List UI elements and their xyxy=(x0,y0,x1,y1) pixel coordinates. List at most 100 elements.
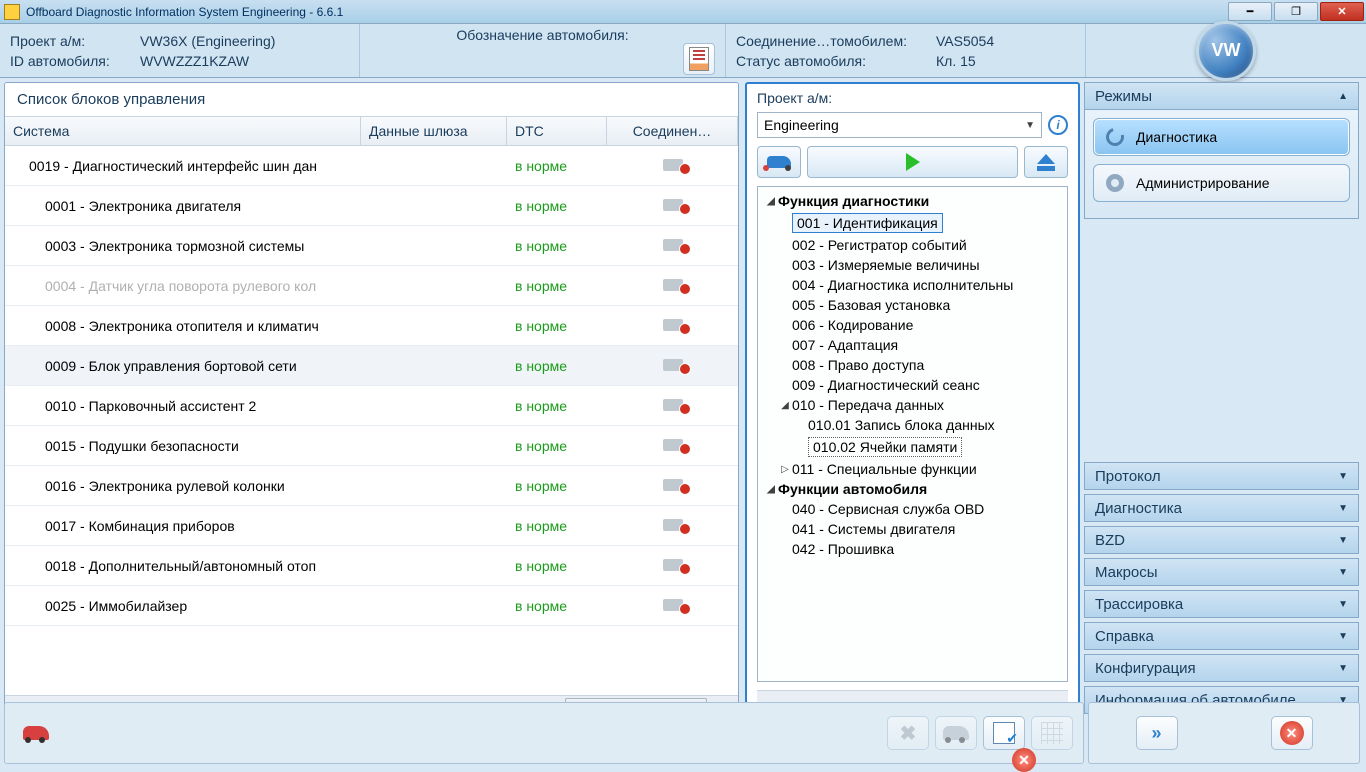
tree-item[interactable]: 010.01 Запись блока данных xyxy=(760,415,1065,435)
accordion-section[interactable]: Протокол▼ xyxy=(1084,462,1359,490)
cell-dtc: в норме xyxy=(507,238,607,254)
accordion-section[interactable]: Диагностика▼ xyxy=(1084,494,1359,522)
tree-item[interactable]: 007 - Адаптация xyxy=(760,335,1065,355)
chevron-down-icon: ▼ xyxy=(1338,503,1348,514)
cancel-button[interactable]: ✕ xyxy=(1271,716,1313,750)
vehicle-button[interactable] xyxy=(15,716,57,750)
tree-label: 042 - Прошивка xyxy=(792,541,894,557)
cell-conn xyxy=(607,438,738,454)
modes-body: Диагностика Администрирование xyxy=(1084,110,1359,219)
tree-item[interactable]: ◢Функция диагностики xyxy=(760,191,1065,211)
cell-conn xyxy=(607,398,738,414)
accordion-section[interactable]: Макросы▼ xyxy=(1084,558,1359,586)
maximize-button[interactable]: ❐ xyxy=(1274,2,1318,21)
notes-button[interactable] xyxy=(683,43,715,75)
accordion-section[interactable]: Справка▼ xyxy=(1084,622,1359,650)
close-button[interactable]: ✕ xyxy=(1320,2,1364,21)
wrench-icon: ✖ xyxy=(900,721,917,746)
schedule-button[interactable] xyxy=(983,716,1025,750)
table-row[interactable]: 0008 - Электроника отопителя и климатичв… xyxy=(5,306,738,346)
chevron-down-icon: ▼ xyxy=(1338,599,1348,610)
chevron-down-icon: ▼ xyxy=(1338,631,1348,642)
cell-conn xyxy=(607,238,738,254)
tree-item[interactable]: 003 - Измеряемые величины xyxy=(760,255,1065,275)
mode-diagnostics-button[interactable]: Диагностика xyxy=(1093,118,1350,156)
eject-button[interactable] xyxy=(1024,146,1068,178)
function-tree[interactable]: ◢Функция диагностики001 - Идентификация0… xyxy=(757,186,1068,682)
tree-label: 008 - Право доступа xyxy=(792,357,924,373)
status-value: Кл. 15 xyxy=(936,53,976,69)
info-bar: Проект а/м:VW36X (Engineering) ID автомо… xyxy=(0,24,1366,78)
tools-button: ✖ xyxy=(887,716,929,750)
tree-item[interactable]: ▷011 - Специальные функции xyxy=(760,459,1065,479)
header-gateway[interactable]: Данные шлюза xyxy=(361,117,507,145)
tree-item[interactable]: 008 - Право доступа xyxy=(760,355,1065,375)
tree-item[interactable]: 040 - Сервисная служба OBD xyxy=(760,499,1065,519)
accordion-section[interactable]: Конфигурация▼ xyxy=(1084,654,1359,682)
tree-item[interactable]: 042 - Прошивка xyxy=(760,539,1065,559)
next-button[interactable]: » xyxy=(1136,716,1178,750)
run-button[interactable] xyxy=(807,146,1018,178)
double-arrow-icon: » xyxy=(1151,723,1161,744)
tree-label: 001 - Идентификация xyxy=(792,213,943,233)
mode-admin-button[interactable]: Администрирование xyxy=(1093,164,1350,202)
accordion-section[interactable]: Трассировка▼ xyxy=(1084,590,1359,618)
modes-title: Режимы xyxy=(1095,88,1152,105)
cell-dtc: в норме xyxy=(507,158,607,174)
error-badge-icon[interactable]: ✕ xyxy=(1012,748,1036,772)
connection-bad-icon xyxy=(663,479,683,491)
tree-item[interactable]: ◢010 - Передача данных xyxy=(760,395,1065,415)
car-icon xyxy=(767,156,791,168)
table-row[interactable]: 0018 - Дополнительный/автономный отопв н… xyxy=(5,546,738,586)
grid-body[interactable]: 0019 - Диагностический интерфейс шин дан… xyxy=(5,146,738,695)
car-grey-icon xyxy=(943,726,969,740)
tree-label: 011 - Специальные функции xyxy=(792,461,977,477)
tree-item[interactable]: 041 - Системы двигателя xyxy=(760,519,1065,539)
table-row[interactable]: 0019 - Диагностический интерфейс шин дан… xyxy=(5,146,738,186)
bottom-left: ✖ xyxy=(4,702,1084,764)
cell-system: 0010 - Парковочный ассистент 2 xyxy=(5,398,361,414)
tree-item[interactable]: 010.02 Ячейки памяти xyxy=(760,435,1065,459)
tree-item[interactable]: 009 - Диагностический сеанс xyxy=(760,375,1065,395)
tree-item[interactable]: 006 - Кодирование xyxy=(760,315,1065,335)
table-row[interactable]: 0017 - Комбинация приборовв норме xyxy=(5,506,738,546)
cell-dtc: в норме xyxy=(507,318,607,334)
connection-bad-icon xyxy=(663,319,683,331)
tree-label: 009 - Диагностический сеанс xyxy=(792,377,980,393)
cell-system: 0004 - Датчик угла поворота рулевого кол xyxy=(5,278,361,294)
tree-item[interactable]: 004 - Диагностика исполнительны xyxy=(760,275,1065,295)
diagnostic-functions-panel: Проект а/м: Engineering i ◢Функция диагн… xyxy=(745,82,1080,714)
table-row[interactable]: 0004 - Датчик угла поворота рулевого кол… xyxy=(5,266,738,306)
table-row[interactable]: 0025 - Иммобилайзерв норме xyxy=(5,586,738,626)
accordion-label: BZD xyxy=(1095,532,1125,549)
header-system[interactable]: Система xyxy=(5,117,361,145)
connection-bad-icon xyxy=(663,399,683,411)
tree-item[interactable]: 005 - Базовая установка xyxy=(760,295,1065,315)
info-button[interactable]: i xyxy=(1048,115,1068,135)
tree-label: 003 - Измеряемые величины xyxy=(792,257,980,273)
table-row[interactable]: 0010 - Парковочный ассистент 2в норме xyxy=(5,386,738,426)
minimize-button[interactable]: ━ xyxy=(1228,2,1272,21)
modes-section-header[interactable]: Режимы▲ xyxy=(1084,82,1359,110)
tree-item[interactable]: 001 - Идентификация xyxy=(760,211,1065,235)
tree-item[interactable]: 002 - Регистратор событий xyxy=(760,235,1065,255)
tree-label: 010.02 Ячейки памяти xyxy=(808,437,962,457)
header-dtc[interactable]: DTC xyxy=(507,117,607,145)
table-row[interactable]: 0003 - Электроника тормозной системыв но… xyxy=(5,226,738,266)
table-row[interactable]: 0009 - Блок управления бортовой сетив но… xyxy=(5,346,738,386)
tree-item[interactable]: ◢Функции автомобиля xyxy=(760,479,1065,499)
table-row[interactable]: 0001 - Электроника двигателяв норме xyxy=(5,186,738,226)
table-row[interactable]: 0016 - Электроника рулевой колонкив норм… xyxy=(5,466,738,506)
chevron-down-icon: ▼ xyxy=(1338,471,1348,482)
info-project-col: Проект а/м:VW36X (Engineering) ID автомо… xyxy=(0,24,360,77)
vehicle-select-button[interactable] xyxy=(757,146,801,178)
table-row[interactable]: 0015 - Подушки безопасностив норме xyxy=(5,426,738,466)
chevron-down-icon: ▼ xyxy=(1338,535,1348,546)
info-designation-col: Обозначение автомобиля: xyxy=(360,24,726,77)
cell-system: 0019 - Диагностический интерфейс шин дан xyxy=(5,158,361,174)
cell-dtc: в норме xyxy=(507,598,607,614)
accordion-section[interactable]: BZD ▼ xyxy=(1084,526,1359,554)
tree-label: Функция диагностики xyxy=(778,193,929,209)
project-select[interactable]: Engineering xyxy=(757,112,1042,138)
header-connection[interactable]: Соединен… xyxy=(607,117,738,145)
